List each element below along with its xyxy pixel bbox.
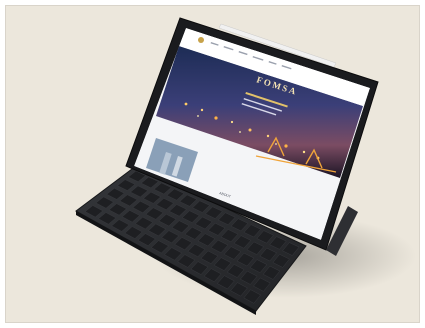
site-logo-icon (198, 37, 204, 43)
product-photo: FOMSA ABOUT (75, 17, 416, 315)
photo-frame: FOMSA ABOUT (5, 5, 420, 323)
